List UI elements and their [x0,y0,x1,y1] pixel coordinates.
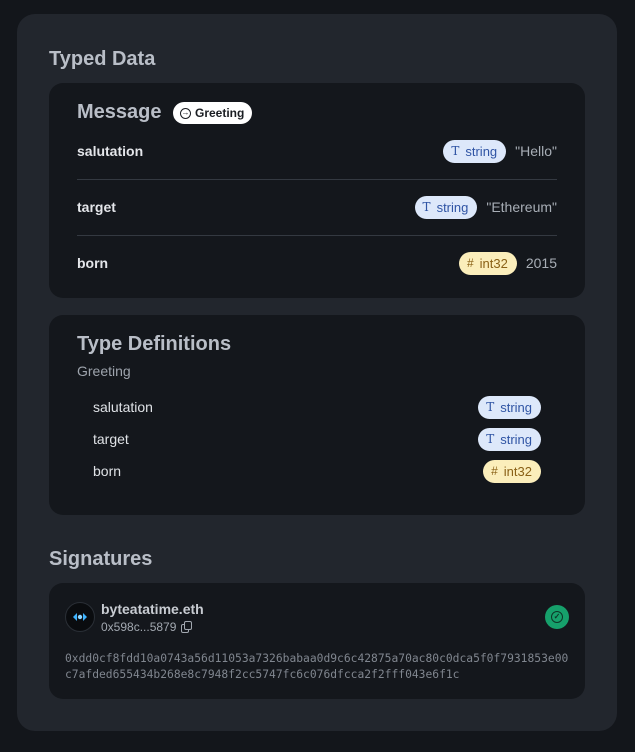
message-type-chip[interactable]: → Greeting [173,102,253,124]
check-circle-icon: ✓ [545,605,569,629]
message-field-row: born # int32 2015 [77,235,557,291]
message-field-name: target [77,199,116,215]
type-badge-string: T string [443,139,507,163]
type-badge-label: string [436,199,469,215]
message-field-value: "Hello" [515,143,557,159]
text-type-icon: T [486,400,495,414]
type-badge-string: T string [478,395,541,419]
type-definition-row: target T string [93,425,541,453]
signer-address: 0x598c...5879 [101,620,193,634]
text-type-icon: T [422,200,431,214]
type-definition-row: salutation T string [93,393,541,421]
text-type-icon: T [451,144,460,158]
signatures-title: Signatures [49,548,153,570]
hash-icon: # [491,464,498,478]
message-field-name: salutation [77,143,144,159]
signature-hex: 0xdd0cf8fdd10a0743a56d11053a7326babaa0d9… [65,652,569,681]
signature-card: byteatatime.eth 0x598c...5879 ✓ 0xdd0cf8… [49,583,585,699]
signer-name: byteatatime.eth [101,601,204,617]
type-field-name: salutation [93,399,153,415]
message-field-value: 2015 [525,255,557,271]
text-type-icon: T [486,432,495,446]
type-badge-string: T string [414,195,478,219]
message-type-label: Greeting [195,106,245,120]
type-field-name: born [93,463,122,479]
message-field-row: target T string "Ethereum" [77,179,557,236]
type-definitions-card: Type Definitions Greeting salutation T s… [49,315,585,515]
avatar [65,602,95,632]
message-field-row: salutation T string "Hello" [77,123,557,180]
arrow-circle-icon: → [180,107,191,119]
hash-icon: # [466,256,474,270]
type-badge-int: # int32 [483,459,541,483]
type-definition-name: Greeting [77,363,131,379]
message-card: Message → Greeting salutation T string "… [49,83,585,298]
typed-data-panel: Typed Data Message → Greeting salutation… [17,14,617,731]
typed-data-title: Typed Data [49,48,156,70]
message-field-value: "Ethereum" [486,199,557,215]
message-title: Message [77,101,162,123]
type-badge-label: string [500,399,532,415]
type-definitions-title: Type Definitions [77,333,232,355]
type-badge-label: string [500,431,532,447]
message-field-name: born [77,255,109,271]
type-badge-label: int32 [503,463,532,479]
type-definition-row: born # int32 [93,457,541,485]
type-badge-int: # int32 [458,251,517,275]
signer-address-text: 0x598c...5879 [101,620,177,634]
type-badge-string: T string [478,427,541,451]
copy-icon[interactable] [181,621,193,633]
type-badge-label: string [465,143,498,159]
type-field-name: target [93,431,129,447]
type-badge-label: int32 [479,255,508,271]
